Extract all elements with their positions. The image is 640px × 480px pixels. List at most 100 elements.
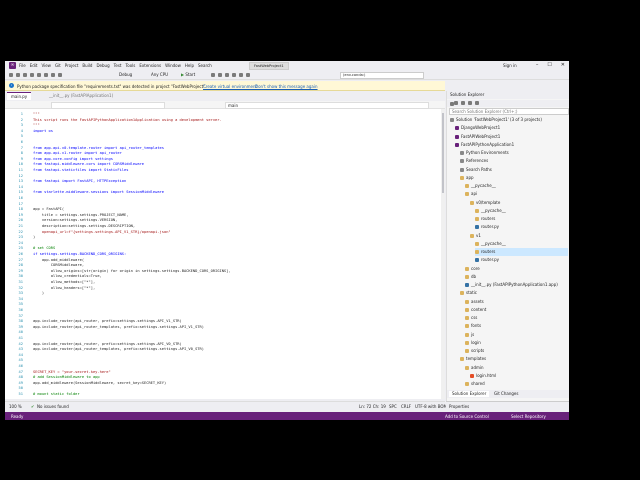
folder-icon <box>465 274 469 279</box>
tree-node[interactable]: __init__.py (FastAPIPythonApplication1.a… <box>465 281 568 289</box>
tab-init-py[interactable]: __init__.py (FastAPIApplication1) <box>45 92 117 99</box>
save-all-icon[interactable] <box>44 73 48 77</box>
tree-node[interactable]: Search Paths <box>460 166 568 174</box>
tree-node[interactable]: __pycache__ <box>465 182 568 190</box>
tree-node[interactable]: v1 <box>470 232 568 240</box>
menu-item-tools[interactable]: Tools <box>126 63 136 68</box>
tree-node[interactable]: FastAPIPythonApplication1 <box>455 141 568 149</box>
line-ending[interactable]: CRLF <box>401 404 411 409</box>
hot-reload-icon[interactable] <box>211 73 215 77</box>
menu-item-window[interactable]: Window <box>165 63 181 68</box>
folder-icon <box>465 324 469 329</box>
tree-node[interactable]: scripts <box>465 347 568 355</box>
settings-icon[interactable] <box>475 101 479 105</box>
tree-node-label: routers <box>481 249 496 254</box>
tree-node-label: fonts <box>471 323 482 329</box>
tree-node-label: __init__.py (FastAPIPythonApplication1.a… <box>471 282 558 287</box>
add-source-control-button[interactable]: Add to Source Control <box>445 414 489 419</box>
tree-node[interactable]: css <box>465 314 568 322</box>
tree-node[interactable]: Solution 'FastWebProject1' (3 of 3 proje… <box>450 116 568 124</box>
whitespace-mode[interactable]: SPC <box>389 404 397 409</box>
tree-node[interactable]: Python Environments <box>460 149 568 157</box>
close-button[interactable]: ✕ <box>561 62 565 68</box>
tab-solution-explorer[interactable]: Solution Explorer <box>449 391 490 397</box>
tree-node[interactable]: routers <box>475 248 568 256</box>
code-editor[interactable]: 1 """ 2 This script runs the FastAPIPythonA… <box>5 109 441 399</box>
scope-dropdown[interactable] <box>51 102 165 109</box>
tree-node[interactable]: __pycache__ <box>475 207 568 215</box>
menu-item-search[interactable]: Search <box>198 63 212 68</box>
open-icon[interactable] <box>30 73 34 77</box>
config-dropdown[interactable]: Debug <box>119 72 132 77</box>
platform-dropdown[interactable]: Any CPU <box>151 72 168 77</box>
editor-scrollbar[interactable] <box>441 109 445 399</box>
bookmark-icon[interactable] <box>232 73 236 77</box>
folder-icon <box>465 266 469 271</box>
menu-item-debug[interactable]: Debug <box>96 63 109 68</box>
sign-in-link[interactable]: Sign in <box>503 63 517 68</box>
tree-node[interactable]: router.py <box>475 256 568 264</box>
zoom-level[interactable]: 100 % <box>9 404 22 409</box>
menu-item-git[interactable]: Git <box>55 63 61 68</box>
menu-item-project[interactable]: Project <box>65 63 79 68</box>
menu-item-extensions[interactable]: Extensions <box>139 63 161 68</box>
forward-icon[interactable] <box>16 73 20 77</box>
save-icon[interactable] <box>37 73 41 77</box>
dont-show-link[interactable]: Don't show this message again <box>255 84 318 89</box>
minimize-button[interactable]: – <box>536 62 539 68</box>
tree-node[interactable]: routers <box>475 215 568 223</box>
menu-item-build[interactable]: Build <box>82 63 92 68</box>
solution-explorer: Solution Explorer Search Solution Explor… <box>446 91 569 409</box>
new-item-icon[interactable] <box>23 73 27 77</box>
tab-main-py[interactable]: main.py <box>7 92 32 100</box>
code-line[interactable]: 51 # mount static folder <box>5 391 441 397</box>
tree-node[interactable]: templates <box>460 355 568 363</box>
back-icon[interactable] <box>9 73 13 77</box>
tree-node[interactable]: assets <box>465 298 568 306</box>
menu-item-view[interactable]: View <box>41 63 51 68</box>
menu-item-edit[interactable]: Edit <box>30 63 38 68</box>
menu-item-file[interactable]: File <box>19 63 26 68</box>
tree-node[interactable]: admin <box>465 364 568 372</box>
tree-node[interactable]: shared <box>465 380 568 388</box>
scrollbar-thumb[interactable] <box>442 113 444 193</box>
environment-combo[interactable]: (env.conda:) <box>340 72 424 79</box>
tree-node[interactable]: DjangoWebProject1 <box>455 124 568 132</box>
tab-git-changes[interactable]: Git Changes <box>491 391 521 397</box>
issues-status[interactable]: No issues found <box>37 404 69 409</box>
refresh-icon[interactable] <box>461 101 465 105</box>
tree-node[interactable]: References <box>460 157 568 165</box>
sync-icon[interactable] <box>454 101 458 105</box>
menu-item-help[interactable]: Help <box>185 63 194 68</box>
maximize-button[interactable]: ☐ <box>547 62 551 68</box>
member-dropdown[interactable]: main <box>225 102 429 109</box>
create-venv-link[interactable]: Create virtual environment <box>203 84 257 89</box>
start-button[interactable]: ▶ Start <box>181 72 195 77</box>
select-repository-button[interactable]: Select Repository <box>511 414 546 419</box>
tree-node[interactable]: login <box>465 339 568 347</box>
undo-icon[interactable] <box>51 73 55 77</box>
tree-node[interactable]: static <box>460 289 568 297</box>
solution-search-input[interactable]: Search Solution Explorer (Ctrl+;) <box>449 108 569 115</box>
tree-node[interactable]: content <box>465 306 568 314</box>
tree-node[interactable]: core <box>465 265 568 273</box>
tree-node[interactable]: login.html <box>470 372 568 380</box>
tree-node[interactable]: fonts <box>465 322 568 330</box>
step-icon[interactable] <box>225 73 229 77</box>
redo-icon[interactable] <box>58 73 62 77</box>
tree-node[interactable]: __pycache__ <box>475 240 568 248</box>
file-encoding[interactable]: UTF-8 with BOM <box>415 404 447 409</box>
tree-node[interactable]: app <box>460 174 568 182</box>
menu-item-test[interactable]: Test <box>114 63 122 68</box>
comment-icon[interactable] <box>239 73 243 77</box>
tree-node[interactable]: db <box>465 273 568 281</box>
browse-icon[interactable] <box>218 73 222 77</box>
tree-node[interactable]: FastAPIWebProject1 <box>455 133 568 141</box>
tree-node[interactable]: api <box>465 190 568 198</box>
tree-node-label: static <box>466 290 477 296</box>
collapse-icon[interactable] <box>468 101 472 105</box>
tree-node[interactable]: router.py <box>475 223 568 231</box>
tree-node[interactable]: js <box>465 331 568 339</box>
uncomment-icon[interactable] <box>246 73 250 77</box>
tree-node[interactable]: v0/template <box>470 199 568 207</box>
